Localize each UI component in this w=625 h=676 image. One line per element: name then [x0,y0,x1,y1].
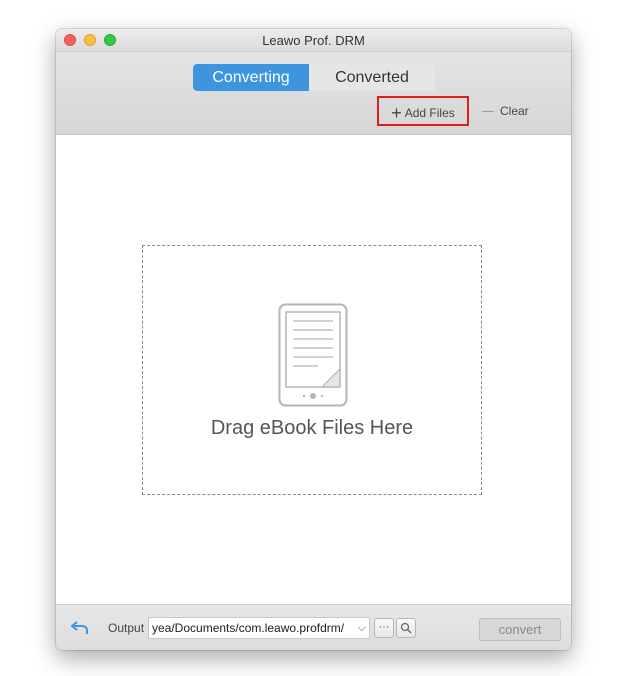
back-arrow-icon[interactable] [71,621,89,635]
drop-zone[interactable]: Drag eBook Files Here [142,245,482,495]
add-files-label: Add Files [404,106,455,120]
tab-converted[interactable]: Converted [309,64,435,91]
file-list-area: Drag eBook Files Here [56,135,571,604]
title-bar: Leawo Prof. DRM [56,29,571,52]
clear-button[interactable]: Clear [482,96,542,126]
open-folder-button[interactable] [396,618,416,638]
output-path-select[interactable]: yea/Documents/com.leawo.profdrm/ ⌵ [148,617,370,639]
browse-folder-button[interactable]: ··· [374,618,394,638]
output-path-value: yea/Documents/com.leawo.profdrm/ [152,621,345,635]
drop-zone-label: Drag eBook Files Here [210,417,414,439]
convert-button[interactable]: convert [479,618,561,641]
ebook-reader-icon [278,303,348,407]
chevron-down-icon: ⌵ [357,622,366,634]
app-window: Leawo Prof. DRM Converting Converted + Ad… [56,29,571,650]
clear-label: Clear [500,104,529,118]
output-label: Output [108,621,145,635]
add-files-button[interactable]: + Add Files [377,96,469,126]
window-title: Leawo Prof. DRM [262,33,365,48]
minus-icon [482,111,494,113]
plus-icon: + [391,103,402,123]
toolbar: Converting Converted + Add Files Clear [56,52,571,135]
tab-converting[interactable]: Converting [193,64,309,91]
magnifier-icon [400,622,412,634]
bottom-bar: Output yea/Documents/com.leawo.profdrm/ … [56,604,571,650]
tab-switcher: Converting Converted [193,64,435,91]
